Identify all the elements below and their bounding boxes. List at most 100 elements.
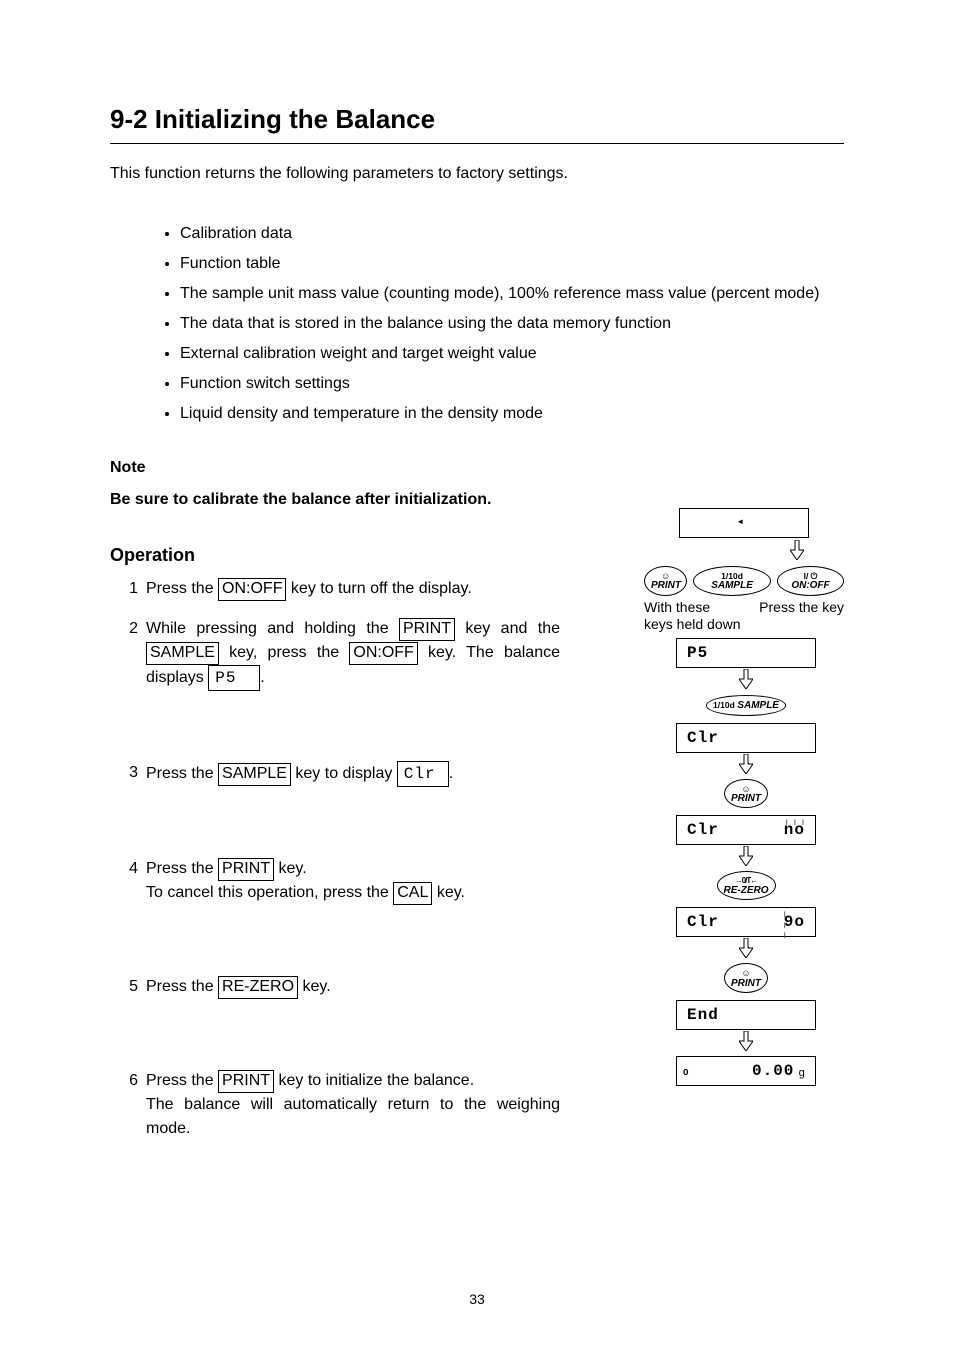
lcd-clr: Clr	[676, 723, 816, 753]
intro-text: This function returns the following para…	[110, 162, 844, 186]
display-value: Clr	[687, 910, 719, 934]
step-number: 2	[120, 617, 146, 691]
lcd-clr-no: Clr ⅼ ⅼ ⅼno	[676, 815, 816, 845]
arrow-down-icon	[656, 754, 836, 778]
key-label: CAL	[393, 882, 432, 905]
arrow-down-icon	[656, 1031, 836, 1055]
section-title: 9-2 Initializing the Balance	[110, 100, 844, 139]
text: Press the	[146, 580, 218, 597]
list-item: Function table	[180, 252, 844, 276]
step-body: Press the RE-ZERO key.	[146, 975, 560, 999]
display-value: P5	[687, 641, 708, 665]
arrow-down-icon	[656, 846, 836, 870]
text: key, press the	[219, 644, 349, 661]
note-heading: Note	[110, 456, 844, 480]
step-number: 5	[120, 975, 146, 999]
text: key.	[432, 884, 465, 901]
key-row: ☺ PRINT 1/10d SAMPLE I/ ⏻ ON:OFF	[644, 566, 844, 596]
key-label: PRINT	[218, 858, 274, 881]
rezero-key-icon: →0/T← RE-ZERO	[656, 871, 836, 900]
text: key and the	[455, 620, 560, 637]
bullet-list: Calibration data Function table The samp…	[180, 222, 844, 426]
step-body: Press the ON:OFF key to turn off the dis…	[146, 577, 560, 601]
text: key to turn off the display.	[286, 580, 471, 597]
stable-icon: O	[683, 1067, 690, 1081]
text: key to initialize the balance.	[274, 1072, 474, 1089]
key-text: PRINT	[651, 580, 681, 591]
display-value: P5	[208, 665, 260, 691]
display-value: End	[687, 1003, 719, 1027]
step-6: 6 Press the PRINT key to initialize the …	[110, 1069, 560, 1141]
caption-left: With these keys held down	[644, 599, 741, 633]
step-number: 3	[120, 761, 146, 787]
text: Press the	[146, 1072, 218, 1089]
caption-row: With these keys held down Press the key	[644, 599, 844, 633]
lcd-ps: P5	[676, 638, 816, 668]
key-text: 1/10d	[713, 700, 735, 710]
caption-right: Press the key	[759, 599, 844, 633]
arrow-down-icon	[656, 669, 836, 693]
sample-key-icon: 1/10d SAMPLE	[656, 694, 836, 716]
key-label: SAMPLE	[146, 642, 219, 665]
display-value: Clr	[397, 761, 449, 787]
list-item: The data that is stored in the balance u…	[180, 312, 844, 336]
print-key-icon: ☺ PRINT	[656, 963, 836, 993]
key-text: SAMPLE	[737, 700, 779, 711]
print-key-icon: ☺ PRINT	[656, 779, 836, 809]
list-item: Function switch settings	[180, 372, 844, 396]
onoff-key-icon: I/ ⏻ ON:OFF	[777, 566, 844, 596]
key-label: PRINT	[399, 618, 455, 641]
key-label: PRINT	[218, 1070, 274, 1093]
lcd-end: End	[676, 1000, 816, 1030]
text: .	[449, 765, 453, 782]
display-value: Clr	[687, 726, 719, 750]
list-item: External calibration weight and target w…	[180, 342, 844, 366]
step-body: Press the PRINT key. To cancel this oper…	[146, 857, 560, 905]
step-body: Press the SAMPLE key to display Clr .	[146, 761, 560, 787]
text: Press the	[146, 860, 218, 877]
diagram-top: ☺ PRINT 1/10d SAMPLE I/ ⏻ ON:OFF With th…	[644, 508, 844, 633]
step-body: While pressing and holding the PRINT key…	[146, 617, 560, 691]
key-text: PRINT	[731, 978, 761, 989]
step-2: 2 While pressing and holding the PRINT k…	[110, 617, 560, 691]
text: key.	[298, 978, 331, 995]
title-underline	[110, 143, 844, 144]
step-number: 4	[120, 857, 146, 905]
step-number: 1	[120, 577, 146, 601]
list-item: Liquid density and temperature in the de…	[180, 402, 844, 426]
key-text: RE-ZERO	[724, 885, 769, 896]
step-4: 4 Press the PRINT key. To cancel this op…	[110, 857, 560, 905]
lcd-off	[679, 508, 809, 538]
key-text: PRINT	[731, 793, 761, 804]
text: .	[260, 669, 264, 686]
key-label: SAMPLE	[218, 763, 291, 786]
diagram-flow: P5 1/10d SAMPLE Clr ☺ PRINT Clr ⅼ ⅼ ⅼno …	[656, 638, 836, 1086]
text: To cancel this operation, press the	[146, 884, 393, 901]
unit-label: g	[798, 1066, 805, 1086]
list-item: The sample unit mass value (counting mod…	[180, 282, 844, 306]
display-value: ⅼ ⅼ ⅼ9o	[784, 910, 805, 934]
step-5: 5 Press the RE-ZERO key.	[110, 975, 560, 999]
text: The balance will automatically return to…	[146, 1096, 560, 1137]
arrow-down-icon	[656, 938, 836, 962]
sample-key-icon: 1/10d SAMPLE	[693, 566, 771, 596]
step-body: Press the PRINT key to initialize the ba…	[146, 1069, 560, 1141]
display-value: 0.00	[752, 1059, 794, 1083]
text: Press the	[146, 978, 218, 995]
text: Press the	[146, 765, 218, 782]
lcd-weight: O 0.00 g	[676, 1056, 816, 1086]
list-item: Calibration data	[180, 222, 844, 246]
step-3: 3 Press the SAMPLE key to display Clr .	[110, 761, 560, 787]
display-value: ⅼ ⅼ ⅼno	[784, 818, 805, 842]
key-text: ON:OFF	[791, 580, 829, 591]
text: key.	[274, 860, 307, 877]
print-key-icon: ☺ PRINT	[644, 566, 687, 596]
step-1: 1 Press the ON:OFF key to turn off the d…	[110, 577, 560, 601]
display-value: Clr	[687, 818, 719, 842]
text: key to display	[291, 765, 397, 782]
key-label: ON:OFF	[218, 578, 286, 601]
key-label: ON:OFF	[349, 642, 417, 665]
key-text: SAMPLE	[711, 580, 753, 591]
key-label: RE-ZERO	[218, 976, 298, 999]
lcd-clr-go: Clr ⅼ ⅼ ⅼ9o	[676, 907, 816, 937]
